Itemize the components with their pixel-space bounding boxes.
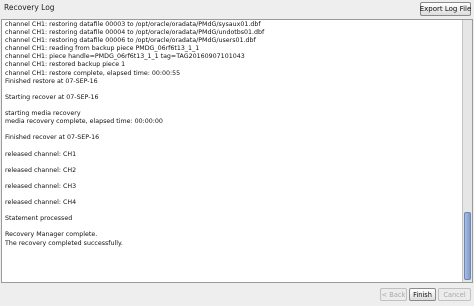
- header-bar: Recovery Log Export Log File: [0, 0, 474, 18]
- log-text-area[interactable]: channel CH1: restoring datafile 00003 to…: [1, 19, 473, 283]
- log-line: channel CH1: restoring datafile 00006 to…: [5, 37, 256, 45]
- log-line: channel CH1: restoring datafile 00003 to…: [5, 21, 261, 28]
- panel-title: Recovery Log: [4, 3, 55, 12]
- log-line: released channel: CH2: [5, 166, 77, 174]
- back-button[interactable]: < Back: [380, 288, 407, 301]
- log-line: channel CH1: reading from backup piece P…: [5, 45, 200, 53]
- log-line: The recovery completed successfully.: [5, 239, 123, 247]
- log-line: starting media recovery: [5, 110, 81, 118]
- export-log-file-button[interactable]: Export Log File: [420, 2, 471, 16]
- log-line: channel CH1: restoring datafile 00004 to…: [5, 29, 265, 37]
- scrollbar-thumb[interactable]: [464, 212, 471, 280]
- log-line: channel CH1: restored backup piece 1: [5, 61, 126, 69]
- log-line: media recovery complete, elapsed time: 0…: [5, 118, 163, 126]
- button-bar: < Back Finish Cancel: [0, 285, 474, 306]
- log-line: released channel: CH4: [5, 199, 77, 207]
- log-line: channel CH1: piece handle=PMDG_06rf6t13_…: [5, 53, 245, 61]
- log-line: Finished recover at 07-SEP-16: [5, 134, 100, 142]
- finish-button[interactable]: Finish: [409, 288, 436, 301]
- log-line: channel CH1: restore complete, elapsed t…: [5, 69, 181, 77]
- log-line: Statement processed: [5, 215, 73, 223]
- log-line: Recovery Manager complete.: [5, 231, 98, 239]
- log-content: channel CH1: restoring datafile 00003 to…: [5, 21, 460, 248]
- log-line: Starting recover at 07-SEP-16: [5, 93, 99, 101]
- vertical-scrollbar[interactable]: [462, 20, 472, 282]
- recovery-log-window: Recovery Log Export Log File channel CH1…: [0, 0, 474, 306]
- cancel-button[interactable]: Cancel: [438, 288, 471, 301]
- log-line: Finished restore at 07-SEP-16: [5, 77, 98, 85]
- log-line: released channel: CH1: [5, 150, 77, 158]
- log-line: released channel: CH3: [5, 182, 77, 190]
